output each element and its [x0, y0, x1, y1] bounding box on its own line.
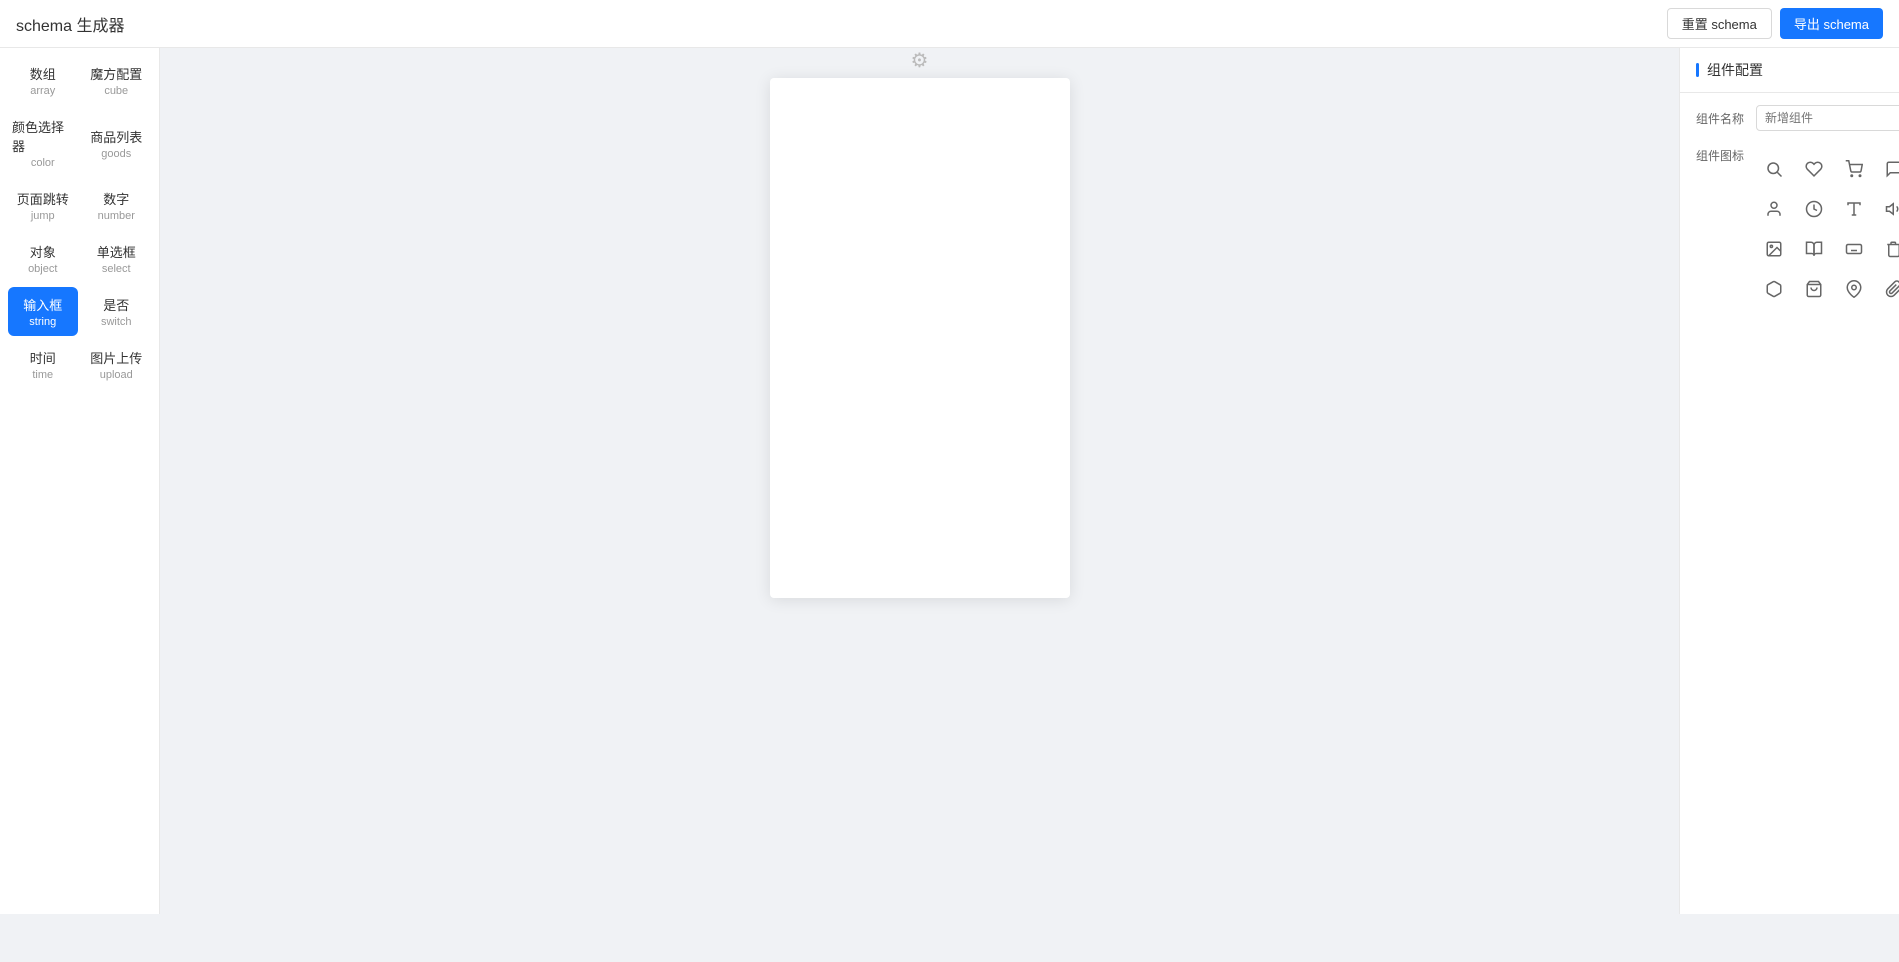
- sidebar-item-array[interactable]: 数组 array: [8, 56, 78, 105]
- sidebar-item-sub-select: select: [102, 263, 131, 275]
- icon-cell-box[interactable]: [1756, 271, 1792, 307]
- icon-cell-keyboard[interactable]: [1836, 231, 1872, 267]
- right-panel-body: 组件名称 组件图标: [1680, 93, 1899, 335]
- title-bar-accent: [1696, 63, 1699, 77]
- sidebar-item-label-jump: 页面跳转: [17, 189, 69, 208]
- icon-label: 组件图标: [1696, 147, 1748, 164]
- main-canvas: ⚙: [160, 48, 1679, 914]
- sidebar-item-label-upload: 图片上传: [90, 348, 142, 367]
- sidebar-item-label-array: 数组: [30, 64, 56, 83]
- sidebar-item-number[interactable]: 数字 number: [82, 181, 152, 230]
- icon-cell-book[interactable]: [1796, 231, 1832, 267]
- sidebar-item-sub-color: color: [31, 157, 55, 169]
- icon-cell-clip[interactable]: [1876, 271, 1899, 307]
- icon-cell-pin[interactable]: [1836, 271, 1872, 307]
- app-title: schema 生成器: [16, 12, 124, 36]
- sidebar-item-cube[interactable]: 魔方配置 cube: [82, 56, 152, 105]
- sidebar-item-sub-object: object: [28, 263, 57, 275]
- sidebar-item-label-number: 数字: [103, 189, 129, 208]
- name-label: 组件名称: [1696, 110, 1748, 127]
- sidebar-item-object[interactable]: 对象 object: [8, 234, 78, 283]
- icon-form-row: 组件图标: [1696, 147, 1883, 307]
- sidebar-item-label-string: 输入框: [23, 295, 62, 314]
- icon-cell-cart[interactable]: [1836, 151, 1872, 187]
- icon-cell-chat[interactable]: [1876, 151, 1899, 187]
- sidebar-item-label-object: 对象: [30, 242, 56, 261]
- header-buttons: 重置 schema 导出 schema: [1667, 8, 1883, 39]
- sidebar-item-sub-upload: upload: [100, 369, 133, 381]
- sidebar-item-goods[interactable]: 商品列表 goods: [82, 109, 152, 177]
- sidebar-item-label-select: 单选框: [97, 242, 136, 261]
- sidebar-item-sub-goods: goods: [101, 148, 131, 160]
- sidebar-item-jump[interactable]: 页面跳转 jump: [8, 181, 78, 230]
- icon-cell-volume[interactable]: [1876, 191, 1899, 227]
- right-panel: 组件配置 组件名称 组件图标: [1679, 48, 1899, 914]
- phone-frame: [770, 78, 1070, 598]
- header: schema 生成器 重置 schema 导出 schema: [0, 0, 1899, 48]
- sidebar-item-sub-number: number: [98, 210, 135, 222]
- icon-cell-search[interactable]: [1756, 151, 1792, 187]
- sidebar-item-label-color: 颜色选择器: [12, 117, 74, 155]
- sidebar-item-color[interactable]: 颜色选择器 color: [8, 109, 78, 177]
- sidebar-item-switch[interactable]: 是否 switch: [82, 287, 152, 336]
- settings-icon[interactable]: ⚙: [911, 48, 929, 73]
- reset-button[interactable]: 重置 schema: [1667, 8, 1772, 39]
- canvas-area: ⚙: [770, 78, 1070, 598]
- sidebar: 数组 array 魔方配置 cube 颜色选择器 color 商品列表 good…: [0, 48, 160, 914]
- sidebar-item-label-time: 时间: [30, 348, 56, 367]
- sidebar-item-time[interactable]: 时间 time: [8, 340, 78, 389]
- icon-cell-image[interactable]: [1756, 231, 1792, 267]
- sidebar-item-sub-time: time: [32, 369, 53, 381]
- icon-cell-text[interactable]: [1836, 191, 1872, 227]
- icon-cell-basket[interactable]: [1796, 271, 1832, 307]
- sidebar-item-string[interactable]: 输入框 string: [8, 287, 78, 336]
- sidebar-item-sub-string: string: [29, 316, 56, 328]
- icon-grid: [1756, 151, 1899, 307]
- icon-cell-trash[interactable]: [1876, 231, 1899, 267]
- sidebar-item-upload[interactable]: 图片上传 upload: [82, 340, 152, 389]
- layout: 数组 array 魔方配置 cube 颜色选择器 color 商品列表 good…: [0, 48, 1899, 914]
- icon-cell-user[interactable]: [1756, 191, 1792, 227]
- name-form-row: 组件名称: [1696, 105, 1883, 131]
- icon-cell-heart[interactable]: [1796, 151, 1832, 187]
- sidebar-item-label-switch: 是否: [103, 295, 129, 314]
- sidebar-item-sub-cube: cube: [104, 85, 128, 97]
- sidebar-item-sub-array: array: [30, 85, 55, 97]
- name-input[interactable]: [1756, 105, 1899, 131]
- right-panel-title: 组件配置: [1707, 60, 1763, 80]
- sidebar-item-label-goods: 商品列表: [90, 127, 142, 146]
- right-panel-header: 组件配置: [1680, 48, 1899, 93]
- sidebar-item-label-cube: 魔方配置: [90, 64, 142, 83]
- sidebar-item-select[interactable]: 单选框 select: [82, 234, 152, 283]
- icon-cell-clock[interactable]: [1796, 191, 1832, 227]
- export-button[interactable]: 导出 schema: [1780, 8, 1883, 39]
- sidebar-item-sub-switch: switch: [101, 316, 132, 328]
- sidebar-item-sub-jump: jump: [31, 210, 55, 222]
